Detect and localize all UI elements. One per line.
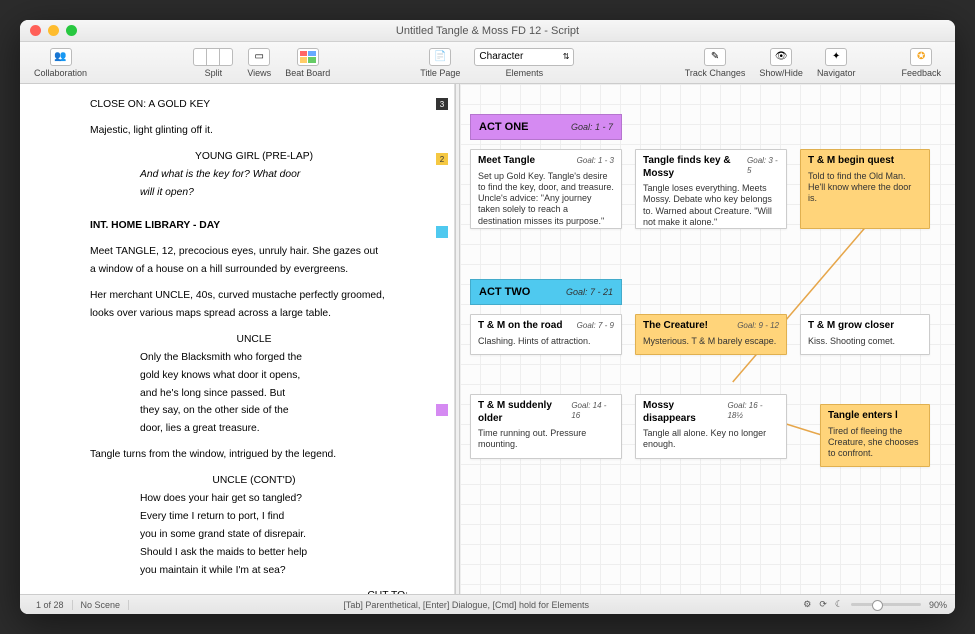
chevron-updown-icon: ⇅	[563, 52, 570, 61]
act-header[interactable]: ACT ONE Goal: 1 - 7	[470, 114, 622, 140]
flag-marker-icon[interactable]	[436, 404, 448, 416]
scene-indicator[interactable]: No Scene	[73, 600, 130, 610]
beatboard-button[interactable]: Beat Board	[279, 46, 336, 80]
app-window: Untitled Tangle & Moss FD 12 - Script 👥 …	[20, 20, 955, 614]
script-dialogue: door, lies a great treasure.	[90, 422, 418, 436]
beatboard-icon	[297, 48, 319, 66]
act-header[interactable]: ACT TWO Goal: 7 - 21	[470, 279, 622, 305]
script-line: looks over various maps spread across a …	[90, 307, 418, 321]
statusbar: 1 of 28 No Scene [Tab] Parenthetical, [E…	[20, 594, 955, 614]
trackchanges-button[interactable]: ✎ Track Changes	[679, 46, 752, 80]
transition: CUT TO:	[90, 589, 418, 594]
beat-card[interactable]: Tangle enters l Tired of fleeing the Cre…	[820, 404, 930, 467]
showhide-button[interactable]: 👁 Show/Hide	[753, 46, 809, 80]
script-panel: CLOSE ON: A GOLD KEY Majestic, light gli…	[20, 84, 455, 594]
script-dialogue: you in some grand state of disrepair.	[90, 528, 418, 542]
script-line: Meet TANGLE, 12, precocious eyes, unruly…	[90, 245, 418, 259]
script-line: CLOSE ON: A GOLD KEY	[90, 98, 418, 112]
script-line: a window of a house on a hill surrounded…	[90, 263, 418, 277]
marker-badge[interactable]: 2	[436, 153, 448, 165]
beatboard-panel[interactable]: ACT ONE Goal: 1 - 7 Meet TangleGoal: 1 -…	[460, 84, 955, 594]
titlebar: Untitled Tangle & Moss FD 12 - Script	[20, 20, 955, 42]
script-dialogue: and he's long since passed. But	[90, 387, 418, 401]
script-character: UNCLE	[90, 333, 418, 347]
titlepage-button[interactable]: 📄 Title Page	[414, 46, 466, 80]
script-character: YOUNG GIRL (PRE-LAP)	[90, 150, 418, 164]
toolbar: 👥 Collaboration Split ▭ Views Beat Board…	[20, 42, 955, 84]
keyboard-hint: [Tab] Parenthetical, [Enter] Dialogue, […	[129, 600, 803, 610]
beat-card[interactable]: T & M on the roadGoal: 7 - 9 Clashing. H…	[470, 314, 622, 355]
collaboration-icon: 👥	[50, 48, 72, 66]
settings-gear-icon[interactable]: ⚙	[803, 599, 811, 610]
script-dialogue: gold key knows what door it opens,	[90, 369, 418, 383]
zoom-value[interactable]: 90%	[929, 600, 947, 610]
views-icon: ▭	[248, 48, 270, 66]
views-button[interactable]: ▭ Views	[241, 46, 277, 80]
beat-card[interactable]: Mossy disappearsGoal: 16 - 18½ Tangle al…	[635, 394, 787, 459]
moon-icon[interactable]: ☾	[835, 599, 843, 610]
feedback-button[interactable]: ✪ Feedback	[895, 46, 947, 80]
script-dialogue: How does your hair get so tangled?	[90, 492, 418, 506]
script-line: Majestic, light glinting off it.	[90, 124, 418, 138]
feedback-icon: ✪	[910, 48, 932, 66]
trackchanges-icon: ✎	[704, 48, 726, 66]
zoom-slider[interactable]	[851, 603, 921, 606]
scene-heading: INT. HOME LIBRARY - DAY	[90, 219, 418, 233]
beat-card[interactable]: Tangle finds key & MossyGoal: 3 - 5 Tang…	[635, 149, 787, 229]
split-icon	[193, 48, 233, 66]
split-button[interactable]: Split	[187, 46, 239, 80]
script-dialogue: And what is the key for? What door	[90, 168, 418, 182]
script-line: Her merchant UNCLE, 40s, curved mustache…	[90, 289, 418, 303]
collaboration-button[interactable]: 👥 Collaboration	[28, 46, 93, 80]
beat-card[interactable]: T & M begin quest Told to find the Old M…	[800, 149, 930, 229]
script-line: Tangle turns from the window, intrigued …	[90, 448, 418, 462]
elements-button[interactable]: Character ⇅ Elements	[468, 46, 580, 80]
navigator-button[interactable]: ✦ Navigator	[811, 46, 862, 80]
page-indicator[interactable]: 1 of 28	[28, 600, 73, 610]
refresh-icon[interactable]: ⟳	[819, 599, 827, 610]
eye-icon: 👁	[770, 48, 792, 66]
script-editor[interactable]: CLOSE ON: A GOLD KEY Majestic, light gli…	[20, 84, 454, 594]
marker-badge[interactable]: 3	[436, 98, 448, 110]
script-dialogue: they say, on the other side of the	[90, 404, 418, 418]
script-dialogue: Only the Blacksmith who forged the	[90, 351, 418, 365]
titlepage-icon: 📄	[429, 48, 451, 66]
script-dialogue: you maintain it while I'm at sea?	[90, 564, 418, 578]
script-dialogue: will it open?	[90, 186, 418, 200]
beat-card[interactable]: T & M suddenly olderGoal: 14 - 16 Time r…	[470, 394, 622, 459]
flag-marker-icon[interactable]	[436, 226, 448, 238]
script-dialogue: Every time I return to port, I find	[90, 510, 418, 524]
script-dialogue: Should I ask the maids to better help	[90, 546, 418, 560]
beat-card[interactable]: The Creature!Goal: 9 - 12 Mysterious. T …	[635, 314, 787, 355]
beat-card[interactable]: T & M grow closer Kiss. Shooting comet.	[800, 314, 930, 355]
beat-card[interactable]: Meet TangleGoal: 1 - 3 Set up Gold Key. …	[470, 149, 622, 229]
compass-icon: ✦	[825, 48, 847, 66]
element-select[interactable]: Character ⇅	[474, 48, 574, 66]
window-title: Untitled Tangle & Moss FD 12 - Script	[20, 25, 955, 37]
script-character: UNCLE (CONT'D)	[90, 474, 418, 488]
